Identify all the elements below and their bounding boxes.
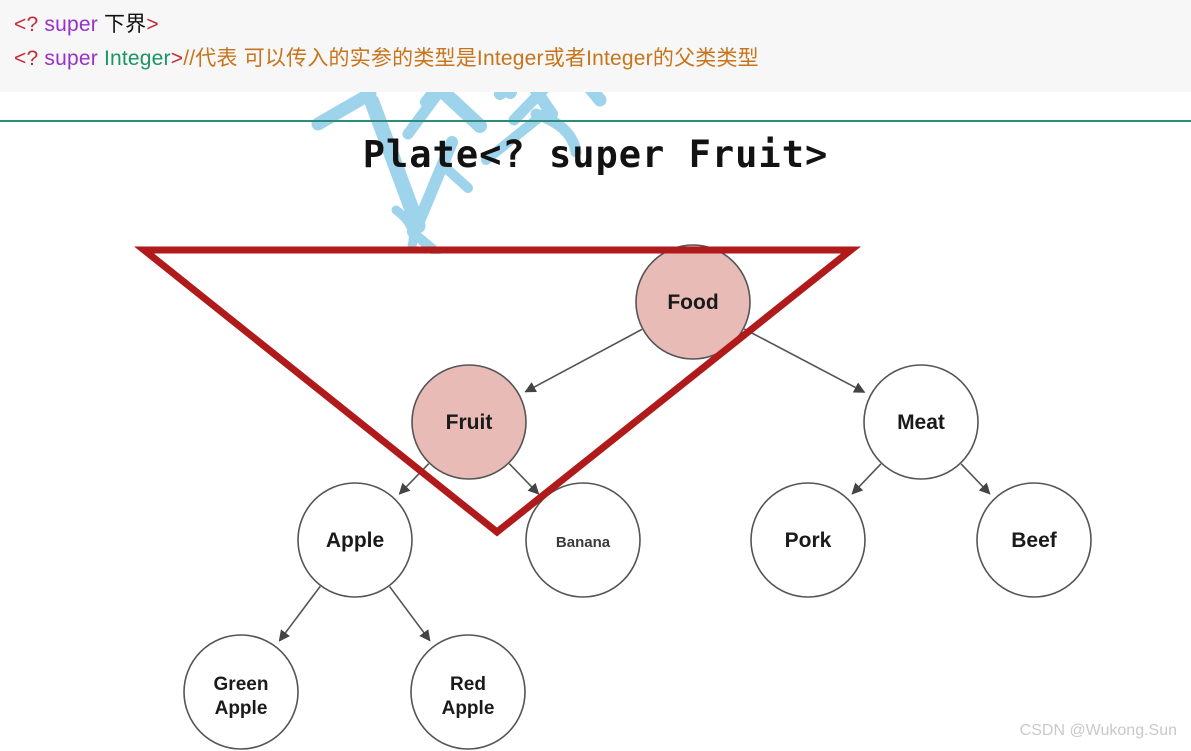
node-label-meat: Meat (897, 411, 945, 434)
code-token-kw: super (44, 13, 104, 36)
tree-node-apple[interactable]: Apple (297, 482, 413, 598)
tree-node-meat[interactable]: Meat (863, 364, 979, 480)
code-line-2: <? super Integer>//代表 可以传入的实参的类型是Integer… (14, 42, 1191, 76)
tree-edge-apple-to-red-apple (388, 586, 431, 642)
code-token-punct: > (146, 13, 159, 36)
tree-edge-food-to-meat (743, 328, 866, 393)
inheritance-tree-diagram: Food Fruit Meat Apple Banana Pork Beef Green App… (183, 244, 1092, 750)
edge-layer (278, 328, 991, 642)
tree-node-green-apple[interactable]: Green Apple (183, 634, 299, 750)
code-token-punct: <? (14, 13, 45, 36)
tree-edge-fruit-to-apple (398, 463, 430, 495)
node-label-apple: Apple (326, 529, 384, 552)
code-token-type: Integer (103, 47, 171, 70)
tree-node-red-apple[interactable]: Red Apple (410, 634, 526, 750)
code-token-kw: super (44, 47, 104, 70)
tree-node-banana[interactable]: Banana (525, 482, 641, 598)
tree-edge-meat-to-pork (851, 463, 882, 495)
node-label-pork: Pork (785, 529, 832, 552)
tree-edge-meat-to-beef (960, 463, 991, 495)
watermark-credit: CSDN @Wukong.Sun (1019, 722, 1177, 739)
code-token-punct: <? (14, 47, 45, 70)
code-token-plain: 下界 (103, 13, 147, 36)
node-layer: Food Fruit Meat Apple Banana Pork Beef Green App… (183, 244, 1092, 750)
code-token-comment: //代表 可以传入的实参的类型是Integer或者Integer的父类类型 (183, 47, 759, 70)
node-label-beef: Beef (1011, 529, 1058, 552)
node-label-banana: Banana (556, 534, 611, 551)
diagram-title: Plate<? super Fruit> (362, 133, 829, 176)
tree-node-food[interactable]: Food (635, 244, 751, 360)
tree-edge-food-to-fruit (524, 328, 643, 393)
code-line-1: <? super 下界> (14, 8, 1191, 42)
node-label-fruit: Fruit (446, 411, 493, 434)
tree-node-pork[interactable]: Pork (750, 482, 866, 598)
node-label-food: Food (667, 291, 718, 314)
code-snippet-block: <? super 下界> <? super Integer>//代表 可以传入的… (0, 0, 1191, 92)
tree-node-fruit[interactable]: Fruit (411, 364, 527, 480)
tree-edge-apple-to-green-apple (278, 585, 321, 642)
section-divider (0, 120, 1191, 122)
code-token-punct: > (170, 47, 184, 70)
tree-node-beef[interactable]: Beef (976, 482, 1092, 598)
tree-edge-fruit-to-banana (508, 463, 540, 495)
